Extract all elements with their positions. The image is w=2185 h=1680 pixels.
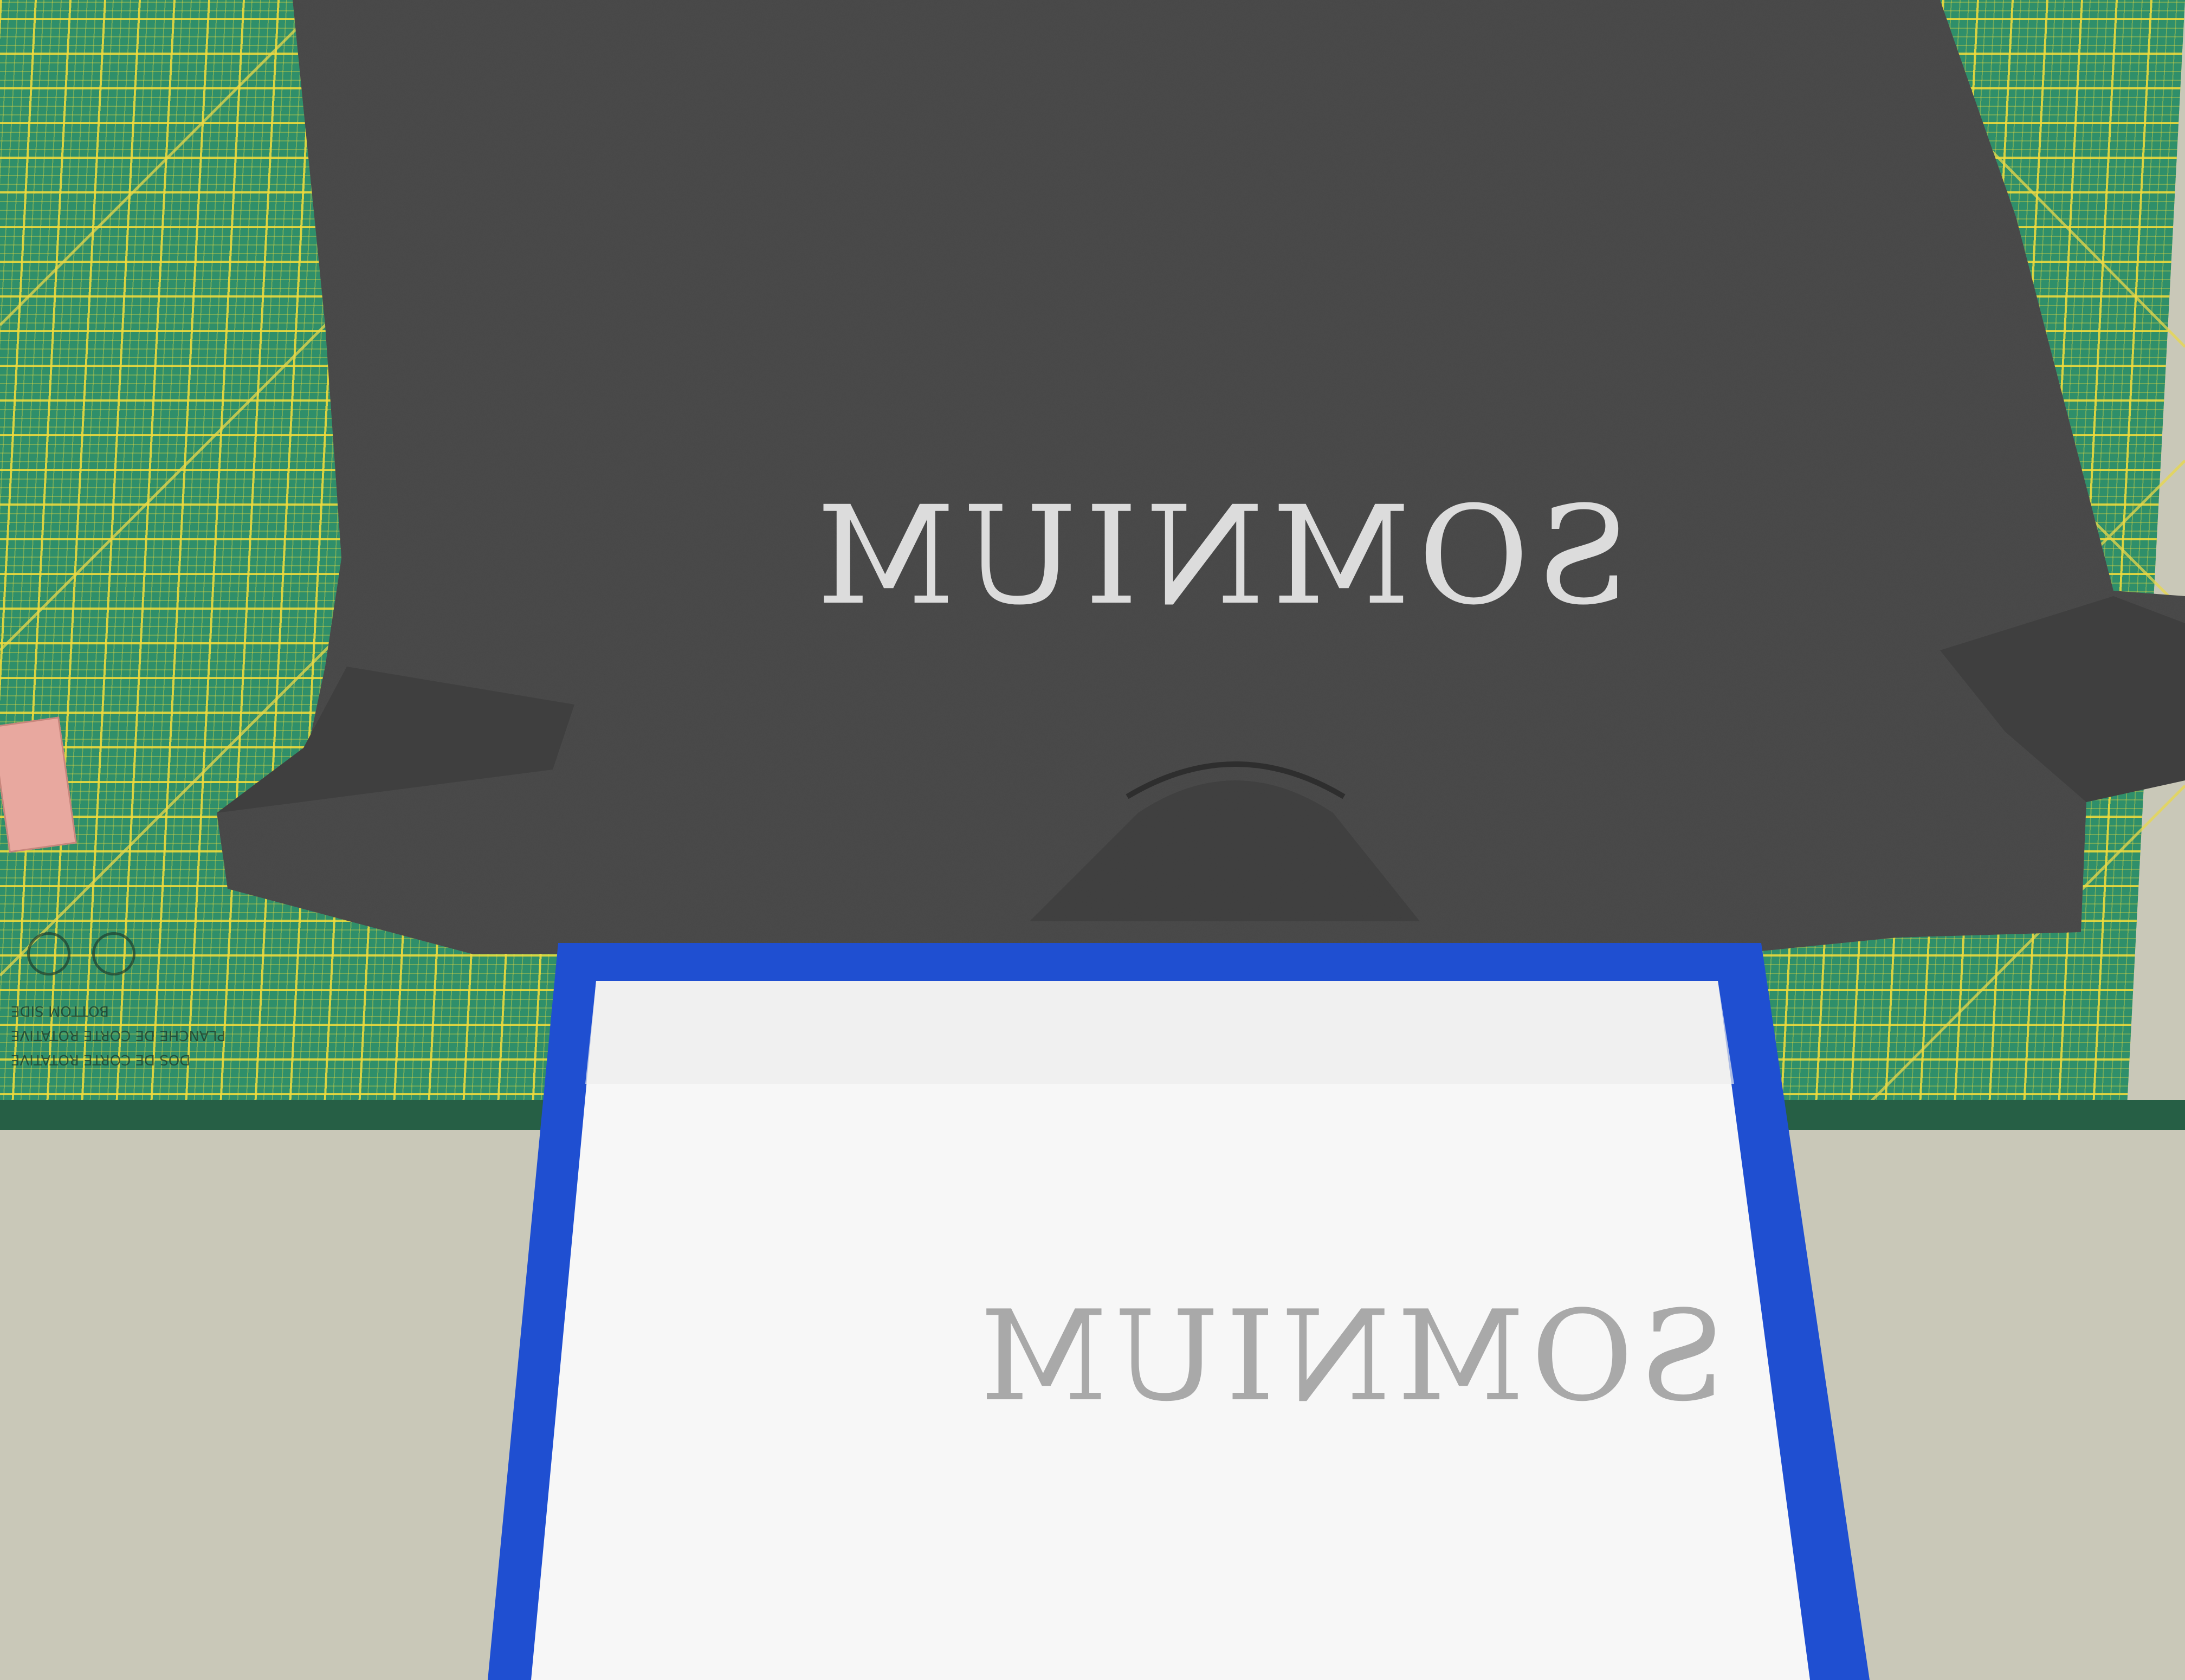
mat-printed-label: DOS DE CORTE ROTATIVE <box>11 1051 191 1068</box>
photo-scene: BOTTOM SIDE PLANCHE DE CORTE ROTATIVE DO… <box>0 0 2185 1680</box>
stencil-somnium: SOMNIUM <box>973 1284 1725 1429</box>
shirt-print-somnium: SOMNIUM <box>809 477 1630 635</box>
